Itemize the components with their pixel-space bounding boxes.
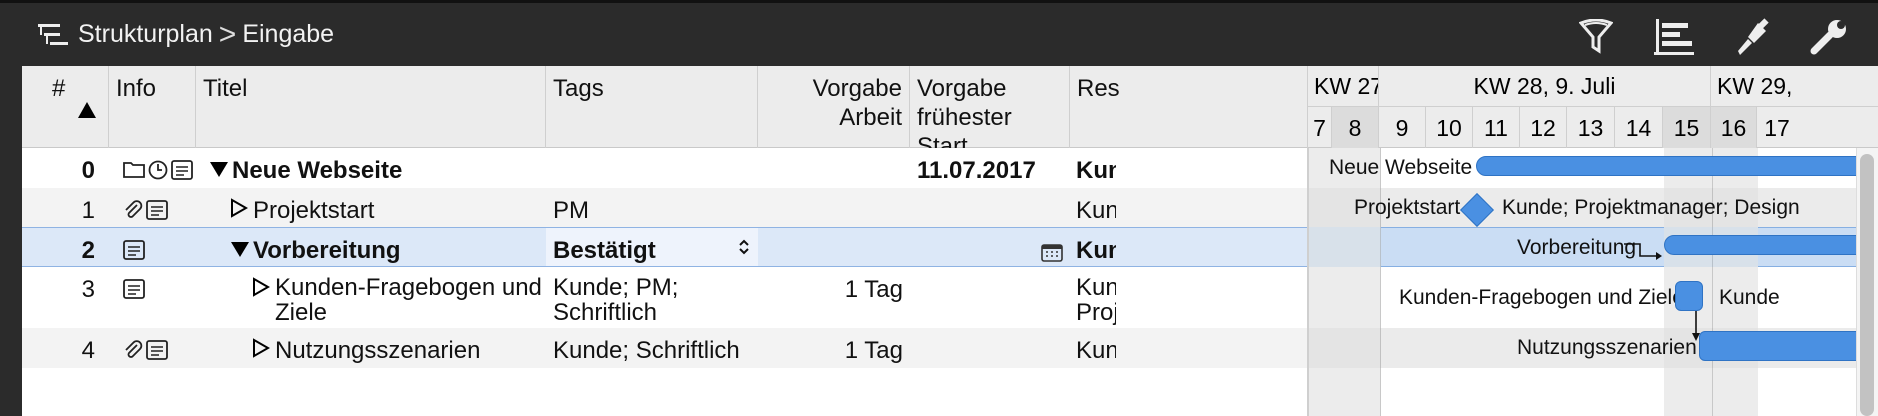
folder-icon [123, 162, 145, 178]
gantt-day: 8 [1332, 107, 1379, 148]
gantt-week-29: KW 29, [1711, 66, 1878, 107]
row-info [116, 328, 175, 368]
row-tags-line: Kunde; PM; [553, 274, 679, 301]
gantt-day: 13 [1567, 107, 1615, 148]
row-tags[interactable]: Kunde; Schriftlich [546, 328, 747, 373]
gantt-week-27: KW 27 [1308, 66, 1379, 107]
row-info [116, 228, 152, 268]
row-start[interactable]: 11.07.2017 [910, 148, 1070, 193]
tags-dropdown-value: Bestätigt [553, 237, 656, 264]
column-work-label: Vorgabe Arbeit [812, 75, 902, 131]
row-resources-line: Proj [1076, 299, 1116, 326]
gantt-day: 12 [1520, 107, 1567, 148]
note-icon [123, 279, 145, 299]
breadcrumb-item-structure[interactable]: Strukturplan [78, 20, 213, 49]
row-title[interactable]: Nutzungsszenarien [268, 328, 487, 373]
row-info [116, 188, 175, 228]
title-bar: Strukturplan > Eingabe [0, 0, 1878, 66]
row-resources-line: Kun [1076, 274, 1116, 301]
column-header-info[interactable]: Info [109, 66, 196, 148]
filter-icon[interactable] [1574, 15, 1618, 59]
gantt-resource-label: Kunde; Projektmanager; Design [1502, 196, 1800, 219]
row-title[interactable]: Kunden-Fragebogen und Ziele [268, 267, 549, 333]
breadcrumb-item-input[interactable]: Eingabe [242, 20, 334, 49]
column-header-res[interactable]: Res [1070, 66, 1308, 148]
column-header-work[interactable]: Vorgabe Arbeit [758, 66, 910, 148]
note-icon [146, 340, 168, 360]
breadcrumb: Strukturplan > Eingabe [38, 18, 334, 51]
gantt-week-28: KW 28, 9. Juli [1379, 66, 1711, 107]
breadcrumb-separator: > [218, 18, 237, 51]
gantt-day: 14 [1615, 107, 1663, 148]
clock-icon [148, 160, 168, 180]
column-header-num[interactable]: # [22, 66, 109, 148]
inspector-icon[interactable] [1730, 15, 1774, 59]
sort-ascending-icon [78, 102, 96, 118]
gantt-label: Nutzungsszenarien [1517, 336, 1697, 359]
row-resources[interactable]: Kun Proj [1070, 267, 1116, 333]
row-title-line: Kunden-Fragebogen und [275, 274, 542, 301]
row-info [116, 148, 200, 188]
gantt-dependency-arrow [1624, 243, 1662, 260]
gantt-day: 15 [1663, 107, 1711, 148]
row-title-line: Ziele [275, 299, 328, 326]
gantt-task-bar[interactable] [1699, 331, 1868, 361]
gantt-label: Kunden-Fragebogen und Ziele [1399, 286, 1684, 309]
gantt-day: 9 [1379, 107, 1426, 148]
gantt-icon[interactable] [1652, 15, 1696, 59]
row-number: 0 [81, 157, 95, 184]
row-work[interactable]: 1 Tag [758, 328, 910, 373]
outline-view: # Info Titel Tags Vorgabe Arbeit Vorgabe… [22, 66, 1878, 416]
row-tags[interactable]: Kunde; PM; Schriftlich [546, 267, 685, 333]
scrollbar-thumb[interactable] [1860, 154, 1874, 416]
gantt-label: Neue Webseite [1329, 156, 1473, 179]
column-header-tags[interactable]: Tags [546, 66, 758, 148]
note-icon [171, 160, 193, 180]
attachment-icon [125, 340, 143, 358]
gantt-header: KW 27 KW 28, 9. Juli KW 29, 7 8 9 10 11 … [1308, 66, 1878, 148]
gantt-day: 7 [1308, 107, 1332, 148]
structure-icon[interactable] [38, 22, 70, 48]
gantt-label: Projektstart [1354, 196, 1461, 219]
gantt-summary-bar[interactable] [1664, 235, 1868, 255]
note-icon [123, 240, 145, 260]
gantt-label: Vorbereitung [1517, 236, 1637, 259]
row-work[interactable]: 1 Tag [758, 267, 910, 312]
row-resources[interactable]: Kun [1070, 148, 1116, 193]
row-info [116, 267, 152, 307]
table-header: # Info Titel Tags Vorgabe Arbeit Vorgabe… [22, 66, 1878, 160]
gantt-day: 10 [1426, 107, 1473, 148]
tools-icon[interactable] [1808, 15, 1852, 59]
row-number: 3 [81, 276, 95, 303]
gantt-task-bar[interactable] [1675, 281, 1703, 311]
gantt-chart[interactable]: Neue Webseite Projektstart Kunde; Projek… [1308, 148, 1878, 416]
gantt-day: 11 [1473, 107, 1520, 148]
note-icon [146, 200, 168, 220]
row-resources[interactable]: Kun [1070, 328, 1116, 373]
column-header-start[interactable]: Vorgabe frühester Start [910, 66, 1070, 160]
updown-chevron-icon [739, 239, 749, 255]
gantt-day: 16 [1711, 107, 1757, 148]
row-tags-line: Schriftlich [553, 299, 658, 326]
column-header-title[interactable]: Titel [196, 66, 546, 148]
attachment-icon [125, 200, 143, 218]
row-title[interactable]: Neue Webseite [225, 148, 409, 193]
gantt-summary-bar[interactable] [1476, 156, 1868, 176]
tags-dropdown[interactable]: Bestätigt [546, 228, 758, 266]
row-number: 4 [81, 337, 95, 364]
gantt-resource-label: Kunde [1719, 286, 1780, 309]
vertical-scrollbar[interactable] [1856, 148, 1878, 416]
column-num-label: # [52, 75, 66, 102]
gantt-day: 17 [1764, 115, 1790, 141]
